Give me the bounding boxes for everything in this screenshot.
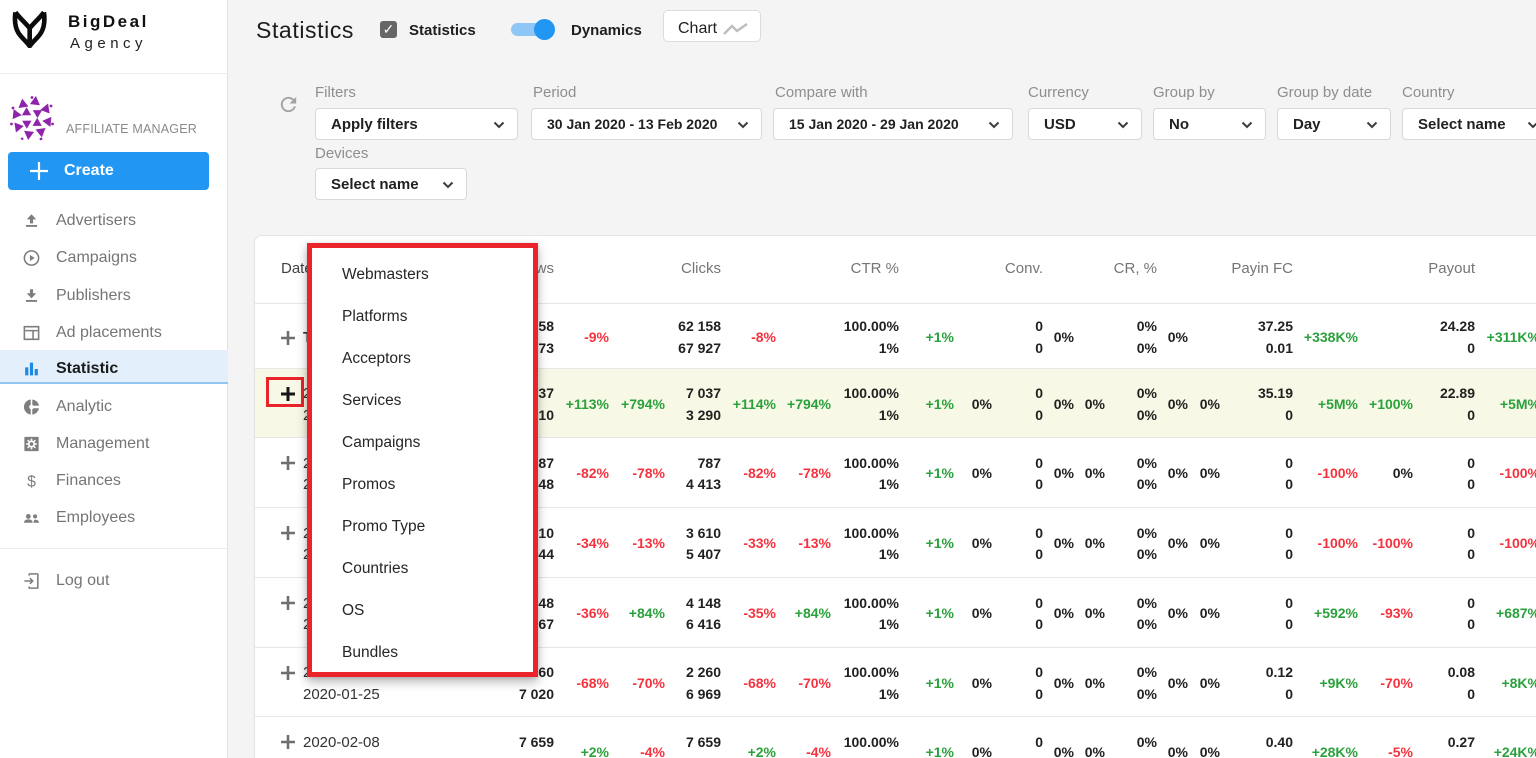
svg-text:$: $ xyxy=(27,474,36,491)
